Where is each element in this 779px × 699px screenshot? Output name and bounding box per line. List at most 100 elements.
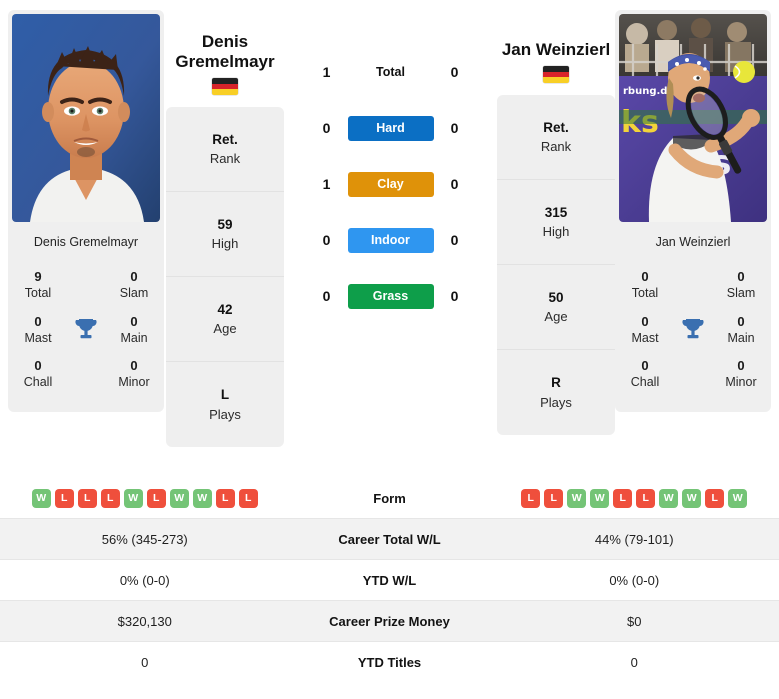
right-player-photo-column: rbung.de ks ns rnatio	[615, 10, 771, 412]
left-player-photo-column: Denis Gremelmayr 9 Total 0 Slam 0 Mast 0…	[8, 10, 164, 412]
surface-badge-grass[interactable]: Grass	[347, 283, 434, 309]
ach-mast-value: 0	[34, 313, 42, 329]
stat-rank-value: Ret.	[543, 119, 569, 135]
stat-age-value: 42	[217, 301, 233, 317]
ach-minor-label: Minor	[725, 375, 757, 390]
form-badge-loss: L	[54, 488, 74, 508]
ach-main-value: 0	[130, 313, 138, 329]
form-badges-left: WLLLWLWWLL	[0, 488, 290, 508]
stat-plays-value: R	[551, 375, 561, 391]
form-badge-loss: L	[544, 488, 564, 508]
germany-flag-icon	[543, 66, 569, 84]
left-player-info-column: Denis Gremelmayr Ret. Rank 59 High 42 Ag…	[166, 10, 284, 448]
ach-spacer	[62, 264, 110, 309]
table-row-career-prize-money: $320,130 Career Prize Money $0	[0, 600, 779, 641]
ach-minor-label: Minor	[118, 375, 150, 390]
ach-total-label: Total	[631, 286, 659, 301]
stat-age-label: Age	[544, 309, 568, 325]
h2h-total-label: Total	[376, 65, 405, 79]
stat-plays-label: Plays	[540, 394, 572, 410]
ach-slam-value: 0	[130, 269, 138, 284]
germany-flag-icon	[212, 78, 238, 96]
stat-high-label: High	[542, 224, 570, 240]
ach-spacer	[669, 264, 717, 309]
form-badge-loss: L	[77, 488, 97, 508]
stat-age: 50 Age	[497, 265, 615, 351]
left-player-photo[interactable]	[12, 14, 160, 222]
surface-badge-clay[interactable]: Clay	[347, 171, 434, 197]
stat-rank-value: Ret.	[212, 131, 238, 147]
right-player-photo[interactable]: rbung.de ks ns rnatio	[619, 14, 767, 222]
ach-total: 0 Total	[621, 264, 669, 309]
trophy-icon	[62, 309, 110, 354]
stat-rank-label: Rank	[540, 139, 572, 155]
form-badge-win: W	[31, 488, 51, 508]
form-badge-win: W	[682, 488, 702, 508]
ach-spacer	[62, 353, 110, 398]
table-row-label-ytd-wl: YTD W/L	[362, 572, 417, 588]
stat-age: 42 Age	[166, 277, 284, 363]
ach-slam: 0 Slam	[110, 264, 158, 309]
ach-main-label: Main	[727, 330, 755, 345]
form-badge-loss: L	[636, 488, 656, 508]
ach-minor-value: 0	[130, 358, 138, 373]
trophy-icon	[669, 309, 717, 354]
stat-age-value: 50	[548, 289, 564, 305]
left-player-form: WLLLWLWWLL	[0, 488, 290, 508]
form-badge-win: W	[659, 488, 679, 508]
stat-plays-value: L	[220, 387, 230, 403]
stat-high-label: High	[211, 236, 239, 252]
form-badge-loss: L	[613, 488, 633, 508]
stat-plays: R Plays	[497, 350, 615, 435]
ach-slam-label: Slam	[726, 286, 756, 301]
h2h-row-grass: 0 Grass 0	[284, 268, 497, 324]
left-player-stats: Ret. Rank 59 High 42 Age L Plays	[166, 107, 284, 448]
form-badge-loss: L	[215, 488, 235, 508]
ach-chall: 0 Chall	[14, 353, 62, 398]
ach-slam-label: Slam	[119, 286, 149, 301]
player-comparison-page: Denis Gremelmayr 9 Total 0 Slam 0 Mast 0…	[0, 0, 779, 699]
ach-total-value: 0	[641, 269, 649, 284]
right-player-info-column: Jan Weinzierl Ret. Rank 315 High 50 Age …	[497, 10, 615, 436]
right-player-name-line1: Jan Weinzierl	[501, 40, 611, 59]
h2h-clay-right: 0	[450, 176, 459, 192]
h2h-row-hard: 0 Hard 0	[284, 100, 497, 156]
right-ytd-wl: 0% (0-0)	[609, 572, 660, 588]
stat-plays-label: Plays	[209, 406, 241, 422]
surface-badge-indoor[interactable]: Indoor	[347, 227, 434, 253]
form-badge-loss: L	[100, 488, 120, 508]
surface-badge-hard[interactable]: Hard	[347, 115, 434, 141]
h2h-grass-right: 0	[450, 288, 459, 304]
ach-total-label: Total	[24, 286, 52, 301]
ach-main: 0 Main	[110, 309, 158, 354]
ach-chall-value: 0	[34, 358, 42, 373]
stat-high-value: 59	[217, 216, 233, 232]
table-row-label-career-prize-money: Career Prize Money	[329, 613, 450, 629]
left-ytd-wl: 0% (0-0)	[119, 572, 170, 588]
ach-main-value: 0	[737, 313, 745, 329]
comparison-top-section: Denis Gremelmayr 9 Total 0 Slam 0 Mast 0…	[0, 0, 779, 478]
right-ytd-titles: 0	[630, 654, 638, 670]
ach-mast-label: Mast	[631, 330, 659, 345]
form-badge-win: W	[169, 488, 189, 508]
table-row-ytd-wl: 0% (0-0) YTD W/L 0% (0-0)	[0, 559, 779, 600]
ach-chall-label: Chall	[23, 375, 53, 390]
ach-slam-value: 0	[737, 269, 745, 284]
right-player-card[interactable]: rbung.de ks ns rnatio	[615, 10, 771, 412]
h2h-total-left: 1	[322, 64, 331, 80]
form-badge-win: W	[567, 488, 587, 508]
left-career-total-wl: 56% (345-273)	[101, 531, 188, 547]
stat-plays: L Plays	[166, 362, 284, 447]
right-player-stats: Ret. Rank 315 High 50 Age R Plays	[497, 95, 615, 436]
h2h-hard-left: 0	[322, 120, 331, 136]
form-badge-loss: L	[146, 488, 166, 508]
ach-chall: 0 Chall	[621, 353, 669, 398]
h2h-row-indoor: 0 Indoor 0	[284, 212, 497, 268]
form-badge-win: W	[590, 488, 610, 508]
left-player-photo-name: Denis Gremelmayr	[33, 235, 139, 249]
form-badge-win: W	[192, 488, 212, 508]
ach-mast: 0 Mast	[621, 309, 669, 354]
left-player-name-line2: Gremelmayr	[175, 52, 275, 72]
left-player-card[interactable]: Denis Gremelmayr 9 Total 0 Slam 0 Mast 0…	[8, 10, 164, 412]
ach-mast-label: Mast	[24, 330, 52, 345]
